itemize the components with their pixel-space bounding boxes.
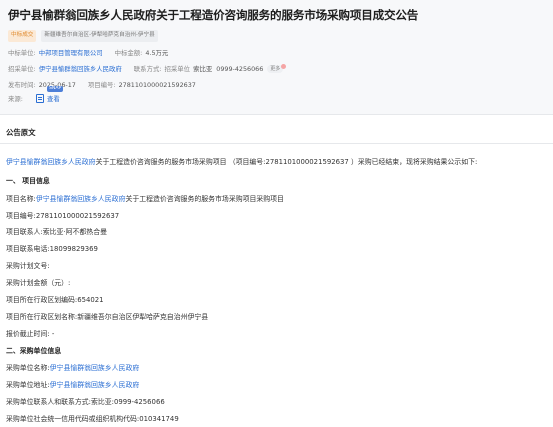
project-number-line: 项目编号:2781101000021592637	[6, 212, 120, 220]
project-no: 2781101000021592637	[118, 80, 196, 89]
buyer-row: 招采单位: 伊宁县愉群翁回族乡人民政府 联系方式: 招采单位 索比亚 0999-…	[8, 63, 287, 73]
announcement-header: 伊宁县愉群翁回族乡人民政府关于工程造价咨询服务的服务市场采购项目成交公告 中标成…	[0, 0, 553, 115]
publish-label: 发布时间:	[8, 81, 36, 89]
project-name-suffix: 关于工程造价咨询服务的服务市场采购项目采购项目	[125, 195, 284, 203]
source-label: 来源:	[8, 95, 23, 103]
amount-value: 4.5万元	[145, 49, 169, 57]
region-name-line: 项目所在行政区划名称:新疆维吾尔自治区伊犁哈萨克自治州伊宁县	[6, 313, 209, 321]
heading-project-info: 一、 项目信息	[6, 177, 50, 185]
plan-doc-no-line: 采购计划文号:	[6, 262, 50, 270]
buyer-address-link[interactable]: 伊宁县愉群翁回族乡人民政府	[50, 381, 140, 389]
source-row: 来源: 查看	[8, 94, 60, 103]
project-contact-line: 项目联系人:索比亚·阿不都热合曼	[6, 228, 107, 236]
document-icon	[35, 94, 44, 103]
intro-line: 伊宁县愉群翁回族乡人民政府关于工程造价咨询服务的服务市场采购项目 （项目编号:2…	[6, 156, 477, 166]
page-title: 伊宁县愉群翁回族乡人民政府关于工程造价咨询服务的服务市场采购项目成交公告	[8, 8, 419, 22]
project-name-line: 项目名称:伊宁县愉群翁回族乡人民政府关于工程造价咨询服务的服务市场采购项目采购项…	[6, 193, 284, 203]
buyer-address-line: 采购单位地址:伊宁县愉群翁回族乡人民政府	[6, 379, 139, 389]
contact-person: 索比亚	[193, 65, 213, 73]
heading-buyer-info: 二、采购单位信息	[6, 347, 62, 355]
plan-amount-line: 采购计划金额（元）:	[6, 279, 71, 287]
buyer-credit-code-line: 采购单位社会统一信用代码或组织机构代码:010341749	[6, 415, 179, 423]
region-tag: 新疆维吾尔自治区-伊犁哈萨克自治州-伊宁县	[41, 30, 158, 42]
winner-link[interactable]: 中邦项目管理有限公司	[39, 48, 103, 57]
status-tag: 中标成交	[8, 30, 37, 42]
amount-label: 中标金额:	[114, 49, 143, 57]
section-title: 公告原文	[6, 128, 36, 137]
buyer-label: 招采单位:	[8, 65, 36, 73]
intro-text: 关于工程造价咨询服务的服务市场采购项目 （项目编号:27811010000215…	[95, 158, 478, 166]
publish-row: 发布时间: 2025-06-17 项目编号: 27811010000215926…	[8, 80, 196, 90]
tag-list: 中标成交 新疆维吾尔自治区-伊犁哈萨克自治州-伊宁县	[8, 30, 158, 42]
contact-phone: 0999-4256066	[216, 64, 264, 73]
quote-deadline-line: 报价截止时间: -	[6, 330, 55, 338]
buyer-link[interactable]: 伊宁县愉群翁回族乡人民政府	[39, 64, 122, 73]
winner-label: 中标单位:	[8, 49, 36, 57]
project-no-label: 项目编号:	[87, 81, 116, 89]
buyer-name-link[interactable]: 伊宁县愉群翁回族乡人民政府	[50, 364, 140, 372]
contact-label: 联系方式:	[133, 65, 162, 73]
view-link[interactable]: 查看	[47, 94, 60, 103]
intro-entity-link[interactable]: 伊宁县愉群翁回族乡人民政府	[6, 158, 96, 166]
contact-buyer-label: 招采单位	[164, 65, 191, 73]
section-divider	[0, 143, 553, 144]
buyer-name-label: 采购单位名称:	[6, 364, 50, 372]
winner-row: 中标单位: 中邦项目管理有限公司 中标金额: 4.5万元	[8, 48, 168, 57]
notification-dot	[281, 63, 287, 69]
project-name-entity-link[interactable]: 伊宁县愉群翁回族乡人民政府	[36, 195, 126, 203]
project-name-label: 项目名称:	[6, 195, 36, 203]
region-code-line: 项目所在行政区划编码:654021	[6, 296, 104, 304]
buyer-contact-line: 采购单位联系人和联系方式:索比亚:0999-4256066	[6, 398, 165, 406]
snapshot-badge: SNAP	[47, 86, 64, 92]
buyer-address-label: 采购单位地址:	[6, 381, 50, 389]
view-source-button[interactable]: 查看	[35, 94, 60, 103]
project-phone-line: 项目联系电话:18099829369	[6, 245, 98, 253]
buyer-name-line: 采购单位名称:伊宁县愉群翁回族乡人民政府	[6, 362, 139, 372]
